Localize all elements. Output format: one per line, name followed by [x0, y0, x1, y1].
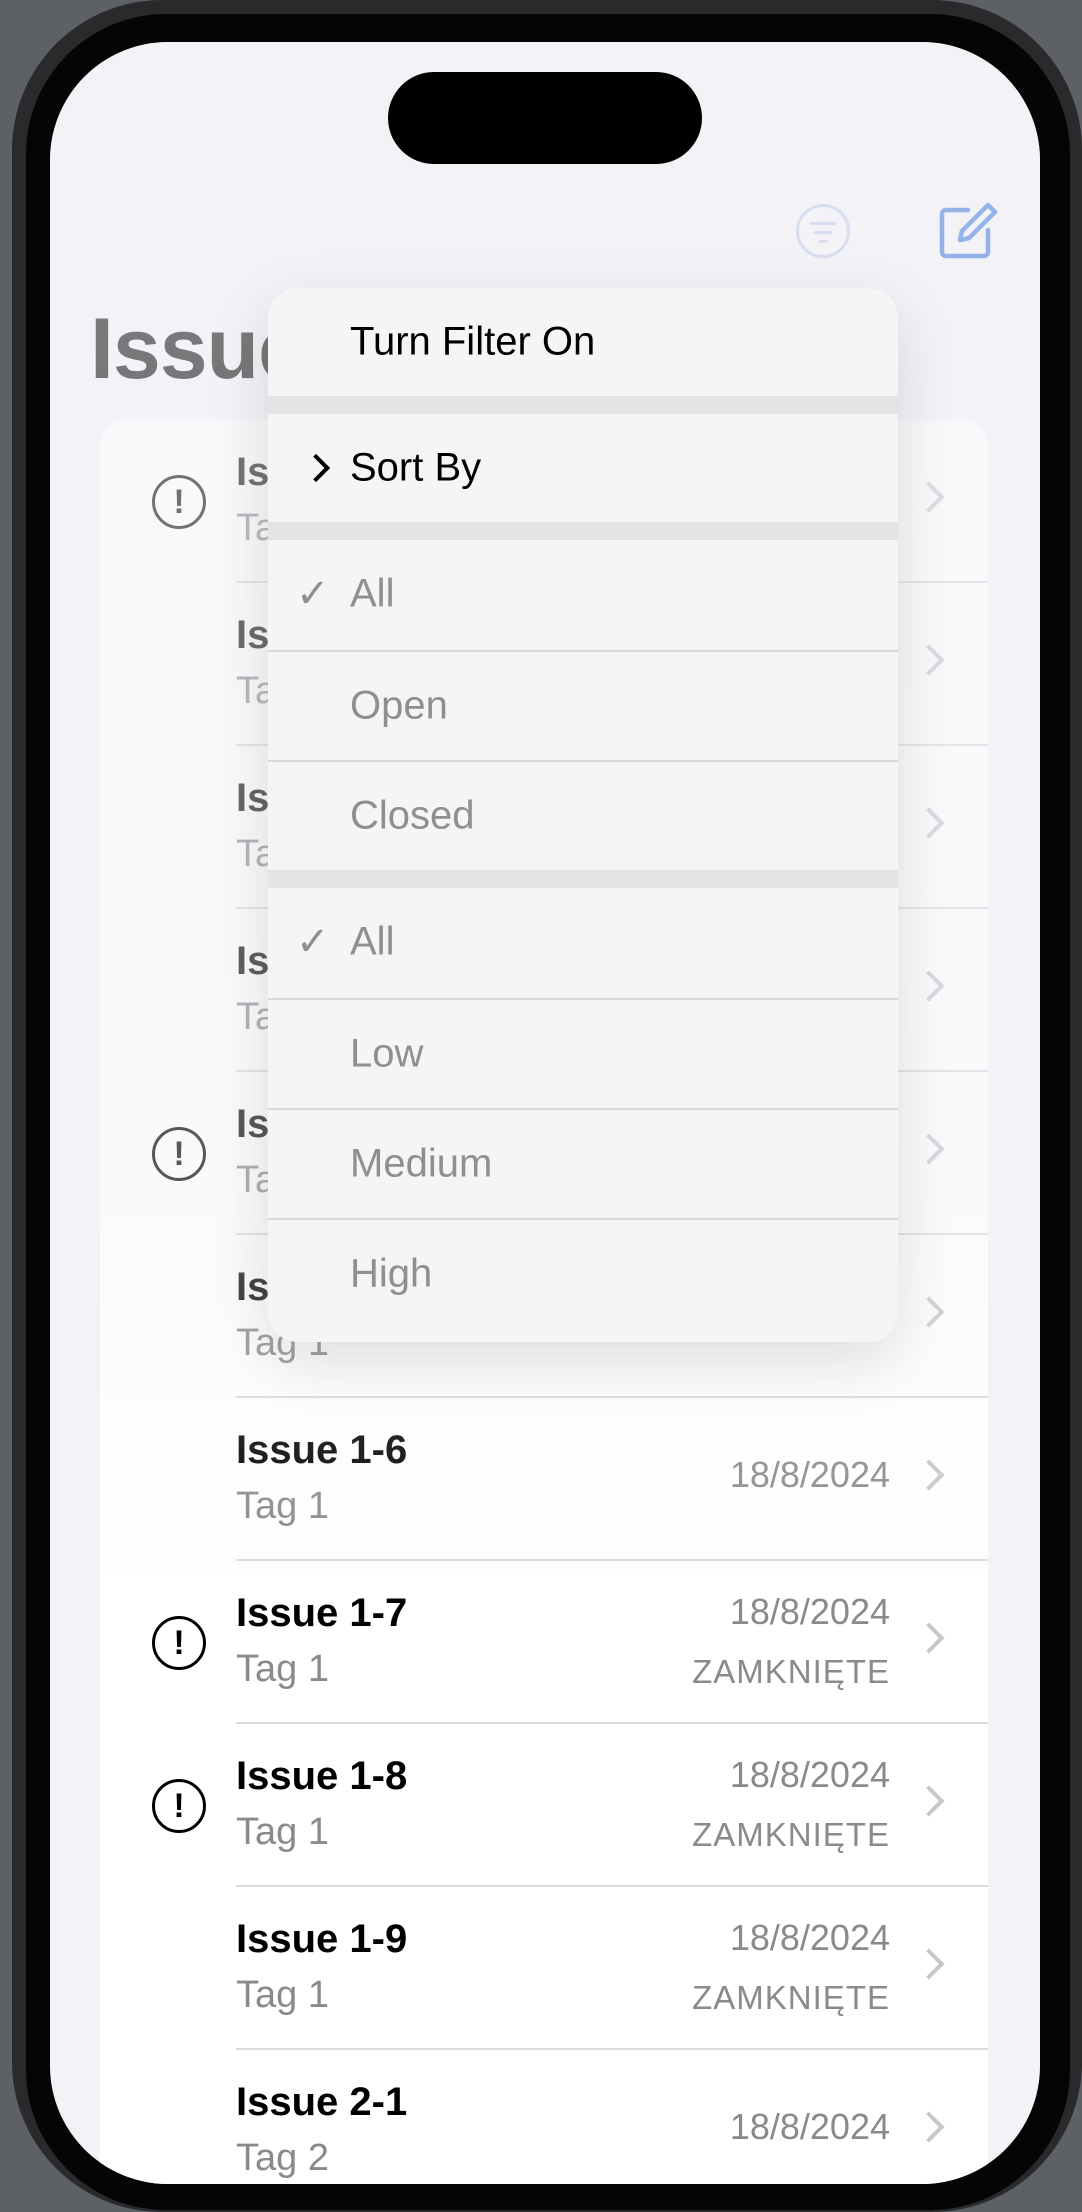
priority-option-label: Low	[350, 1031, 424, 1076]
status-option-all[interactable]: ✓ All	[268, 540, 898, 648]
priority-option-medium[interactable]: Medium	[268, 1110, 898, 1218]
screen: Issues !Issue 1-0Tag 1Issue 1-1Tag 1Issu…	[50, 42, 1040, 2184]
chevron-right-icon	[913, 2111, 945, 2143]
issue-tag: Tag 2	[236, 2137, 329, 2179]
chevron-right-icon	[913, 1622, 945, 1654]
exclamation-circle-icon: !	[152, 1616, 206, 1670]
issue-status: ZAMKNIĘTE	[692, 1653, 890, 1690]
menu-section-gap	[268, 522, 898, 540]
issue-title: Issue 2-1	[236, 2080, 408, 2124]
priority-option-low[interactable]: Low	[268, 1000, 898, 1108]
filter-circle-icon[interactable]	[796, 204, 850, 258]
issue-date: 18/8/2024	[729, 2106, 890, 2147]
menu-section-gap	[268, 396, 898, 414]
issue-tag: Tag 1	[236, 1648, 329, 1690]
turn-filter-on-item[interactable]: Turn Filter On	[268, 288, 898, 396]
status-option-closed[interactable]: Closed	[268, 762, 898, 870]
issue-date: 18/8/2024	[729, 1917, 890, 1958]
table-row[interactable]: ! Issue 1-7 Tag 1 18/8/2024 ZAMKNIĘTE	[100, 1561, 988, 1724]
issue-title: Issue 1-8	[236, 1754, 408, 1798]
status-option-label: All	[350, 571, 395, 616]
issue-status: ZAMKNIĘTE	[692, 1816, 890, 1853]
chevron-right-icon	[913, 1133, 945, 1165]
table-row[interactable]: ! Issue 1-8 Tag 1 18/8/2024 ZAMKNIĘTE	[100, 1724, 988, 1887]
turn-filter-on-label: Turn Filter On	[350, 319, 596, 364]
priority-option-label: Medium	[350, 1141, 493, 1186]
sort-by-item[interactable]: Sort By	[268, 414, 898, 522]
issue-date: 18/8/2024	[729, 1754, 890, 1795]
exclamation-circle-icon: !	[152, 475, 206, 529]
status-option-label: Open	[350, 683, 448, 728]
issue-title: Issue 1-7	[236, 1591, 408, 1635]
issue-tag: Tag 1	[236, 1485, 329, 1527]
chevron-right-icon	[913, 1785, 945, 1817]
square-and-pencil-icon[interactable]	[938, 200, 998, 260]
checkmark-icon: ✓	[296, 572, 330, 616]
chevron-right-icon	[913, 644, 945, 676]
issue-tag: Tag 1	[236, 1974, 329, 2016]
menu-section-gap	[268, 870, 898, 888]
issue-title: Issue 1-9	[236, 1917, 408, 1961]
status-option-label: Closed	[350, 793, 475, 838]
table-row[interactable]: Issue 1-9 Tag 1 18/8/2024 ZAMKNIĘTE	[100, 1887, 988, 2050]
chevron-right-icon	[913, 1948, 945, 1980]
table-row[interactable]: Issue 2-1 Tag 2 18/8/2024	[100, 2050, 988, 2184]
chevron-right-icon	[913, 807, 945, 839]
issue-date: 18/8/2024	[729, 1454, 890, 1495]
issue-date: 18/8/2024	[729, 1591, 890, 1632]
chevron-right-icon	[913, 1459, 945, 1491]
priority-option-high[interactable]: High	[268, 1220, 898, 1328]
chevron-right-icon	[913, 481, 945, 513]
issue-tag: Tag 1	[236, 1811, 329, 1853]
sort-by-label: Sort By	[350, 445, 482, 490]
status-option-open[interactable]: Open	[268, 652, 898, 760]
checkmark-icon: ✓	[296, 920, 330, 964]
issue-title: Issue 1-6	[236, 1428, 408, 1472]
chevron-right-icon	[913, 1296, 945, 1328]
exclamation-circle-icon: !	[152, 1779, 206, 1833]
table-row[interactable]: Issue 1-6 Tag 1 18/8/2024	[100, 1398, 988, 1561]
chevron-right-icon	[913, 970, 945, 1002]
dynamic-island	[388, 72, 702, 164]
issue-status: ZAMKNIĘTE	[692, 1979, 890, 2016]
chevron-right-icon	[301, 453, 331, 483]
filter-menu: Turn Filter On Sort By ✓ All Open Closed…	[268, 288, 898, 1342]
exclamation-circle-icon: !	[152, 1127, 206, 1181]
priority-option-label: High	[350, 1251, 433, 1296]
priority-option-all[interactable]: ✓ All	[268, 888, 898, 996]
priority-option-label: All	[350, 919, 395, 964]
